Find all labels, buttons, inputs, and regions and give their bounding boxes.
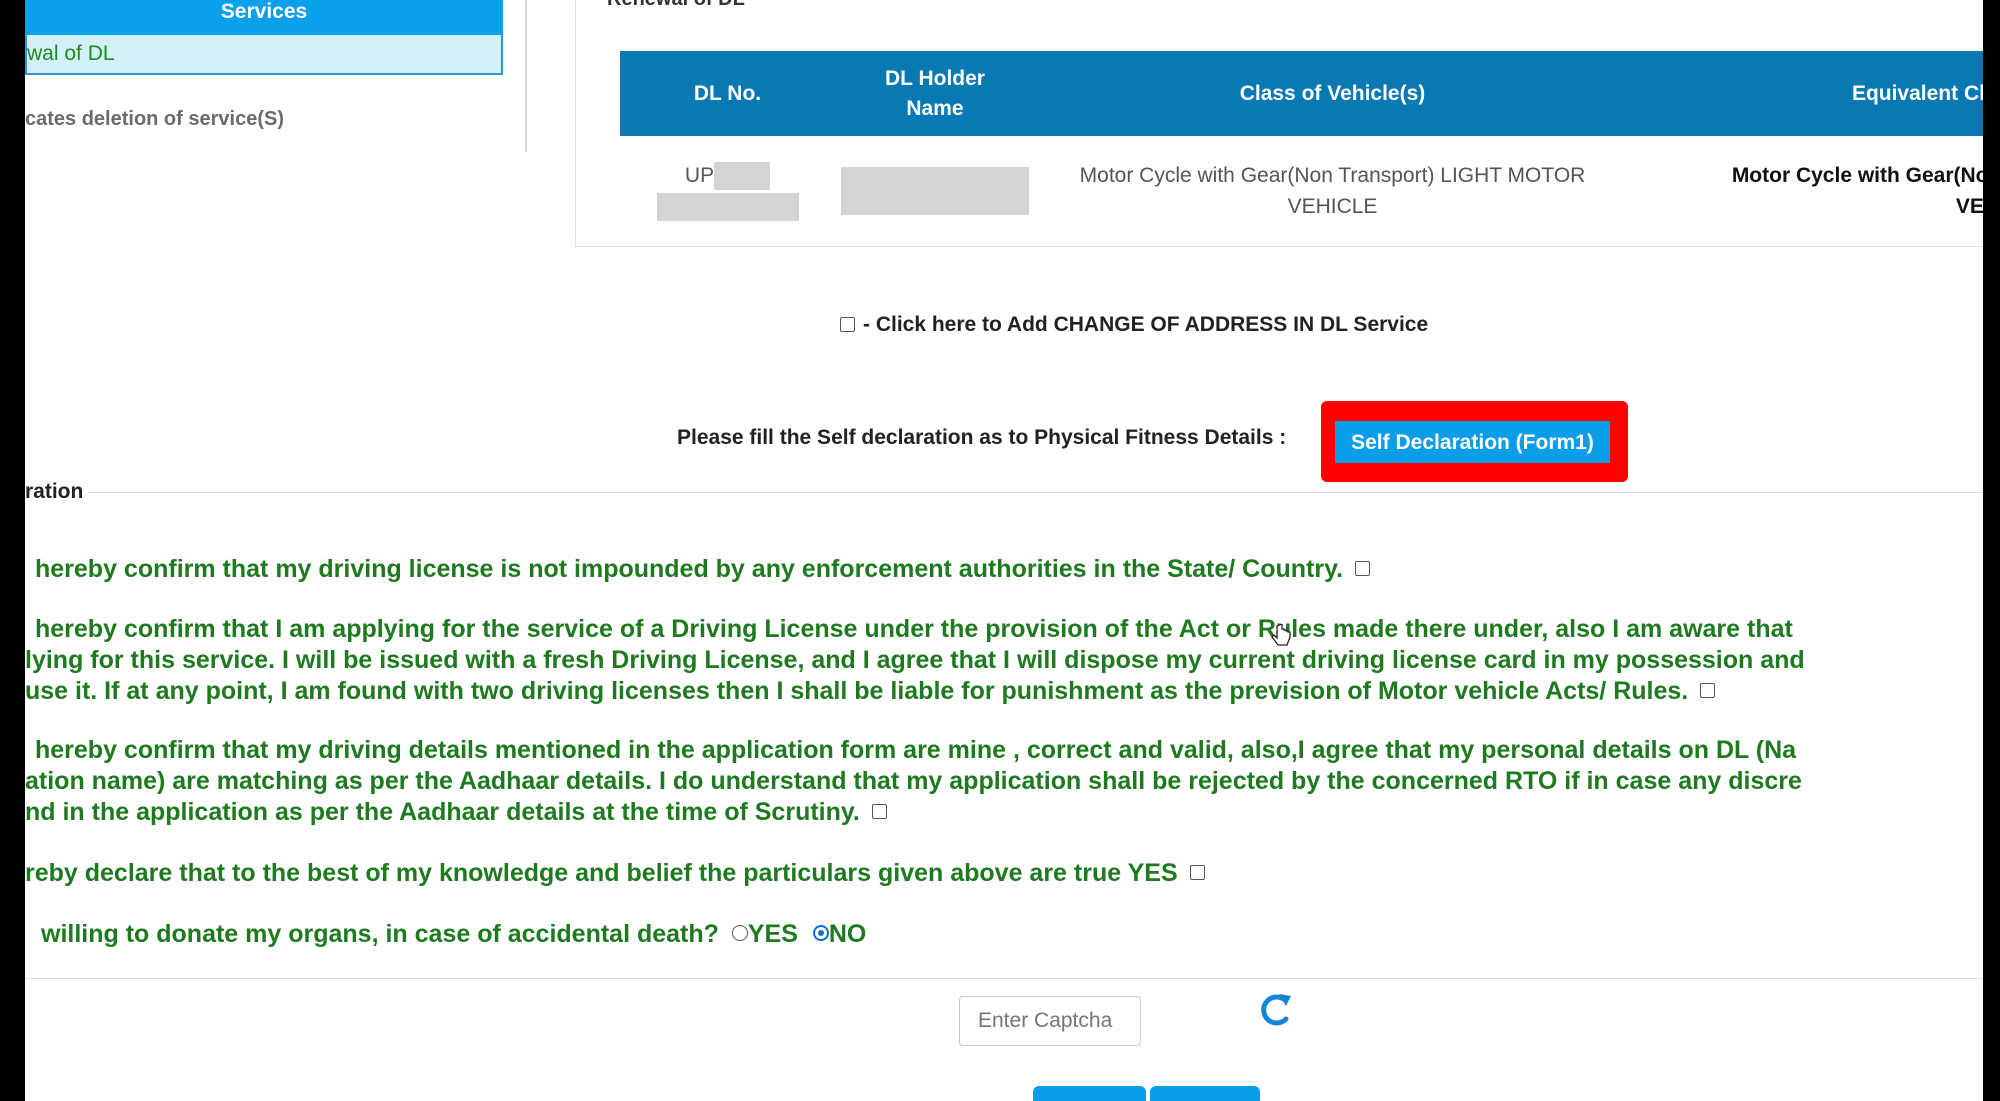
dl-table: DL No. DL Holder Name Class of Vehicle(s… — [620, 51, 1983, 246]
services-header: Services — [25, 0, 503, 35]
renewal-legend: Renewal of DL — [603, 0, 749, 11]
declaration-3-checkbox[interactable] — [871, 803, 887, 819]
declaration-2-line1: hereby confirm that I am applying for th… — [35, 615, 1793, 643]
viewport: Services wal of DL cates deletion of ser… — [25, 0, 1983, 1101]
declaration-divider — [88, 492, 1983, 493]
class-of-vehicle-text: Motor Cycle with Gear(Non Transport) LIG… — [1079, 164, 1586, 218]
cell-dl-holder-name — [835, 136, 1035, 246]
dl-prefix: UP — [684, 164, 715, 187]
organ-donation-row: willing to donate my organs, in case of … — [25, 919, 866, 950]
declaration-3-line2: ation name) are matching as per the Aadh… — [25, 767, 1802, 795]
declaration-2-checkbox[interactable] — [1700, 682, 1716, 698]
declaration-2: hereby confirm that I am applying for th… — [25, 614, 1805, 707]
organ-no-radio[interactable] — [812, 925, 829, 942]
declaration-4: reby declare that to the best of my know… — [25, 858, 1205, 889]
change-of-address-checkbox[interactable] — [840, 316, 855, 332]
redacted-dl-number-part1 — [714, 162, 771, 191]
cell-class-of-vehicle: Motor Cycle with Gear(Non Transport) LIG… — [1035, 136, 1630, 246]
change-of-address-label: - Click here to Add CHANGE OF ADDRESS IN… — [863, 313, 1429, 336]
organ-yes-label: YES — [747, 920, 798, 948]
declaration-3: hereby confirm that my driving details m… — [25, 735, 1802, 828]
declaration-4-checkbox[interactable] — [1189, 864, 1205, 880]
dl-no-line1: UP — [620, 160, 835, 191]
self-declaration-button[interactable]: Self Declaration (Form1) — [1335, 421, 1610, 463]
declaration-2-line2: lying for this service. I will be issued… — [25, 646, 1805, 674]
organ-yes-radio[interactable] — [731, 925, 748, 942]
fitness-label: Please fill the Self declaration as to P… — [677, 426, 1287, 449]
table-row: UP Motor Cycle with Gear(Non Transport) … — [620, 136, 1983, 246]
cell-dl-no: UP — [620, 136, 835, 246]
organ-no-label: NO — [828, 920, 867, 948]
header-dl-holder-name-text: DL Holder Name — [885, 66, 985, 120]
declaration-1: hereby confirm that my driving license i… — [25, 554, 1371, 585]
declaration-3-line1: hereby confirm that my driving details m… — [35, 736, 1797, 764]
header-dl-holder-name: DL Holder Name — [835, 51, 1035, 136]
equivalent-line2: VEHIC — [1955, 195, 1983, 218]
refresh-icon[interactable] — [1255, 990, 1295, 1030]
declaration-1-checkbox[interactable] — [1355, 560, 1371, 576]
header-equivalent-class-text: Equivalent Class — [1851, 81, 1983, 105]
services-item-renewal-of-dl[interactable]: wal of DL — [25, 35, 503, 75]
header-dl-no: DL No. — [620, 51, 835, 136]
declaration-3-line3: nd in the application as per the Aadhaar… — [25, 798, 860, 826]
vertical-separator — [525, 0, 527, 152]
declaration-4-text: reby declare that to the best of my know… — [25, 859, 1178, 887]
header-class-of-vehicle: Class of Vehicle(s) — [1035, 51, 1630, 136]
declaration-3-line3-wrap: nd in the application as per the Aadhaar… — [25, 797, 1802, 828]
services-item-label: wal of DL — [27, 42, 115, 65]
cell-equivalent-class: Motor Cycle with Gear(Non T VEHIC — [1630, 136, 1983, 246]
submit-button[interactable] — [1033, 1086, 1146, 1101]
declaration-legend: ration — [25, 480, 84, 503]
highlight-box: Self Declaration (Form1) — [1321, 401, 1628, 482]
hand-cursor-icon — [1271, 624, 1291, 646]
dl-table-header-row: DL No. DL Holder Name Class of Vehicle(s… — [620, 51, 1983, 136]
organ-donation-question: willing to donate my organs, in case of … — [41, 920, 719, 948]
bottom-divider — [25, 978, 1983, 979]
reset-button[interactable] — [1150, 1086, 1260, 1101]
redacted-dl-number-part2 — [656, 193, 799, 222]
services-note: cates deletion of service(S) — [25, 108, 284, 130]
declaration-2-line3-wrap: use it. If at any point, I am found with… — [25, 676, 1805, 707]
header-equivalent-class: Equivalent Class — [1630, 51, 1983, 136]
services-panel: Services wal of DL — [25, 0, 503, 76]
equivalent-line1: Motor Cycle with Gear(Non T — [1731, 164, 1983, 187]
captcha-input[interactable] — [959, 996, 1141, 1046]
declaration-1-text: hereby confirm that my driving license i… — [35, 555, 1344, 583]
dl-no-line2 — [620, 191, 835, 222]
declaration-2-line3: use it. If at any point, I am found with… — [25, 677, 1689, 705]
change-of-address-row: - Click here to Add CHANGE OF ADDRESS IN… — [840, 313, 1428, 337]
redacted-holder-name — [841, 167, 1029, 215]
